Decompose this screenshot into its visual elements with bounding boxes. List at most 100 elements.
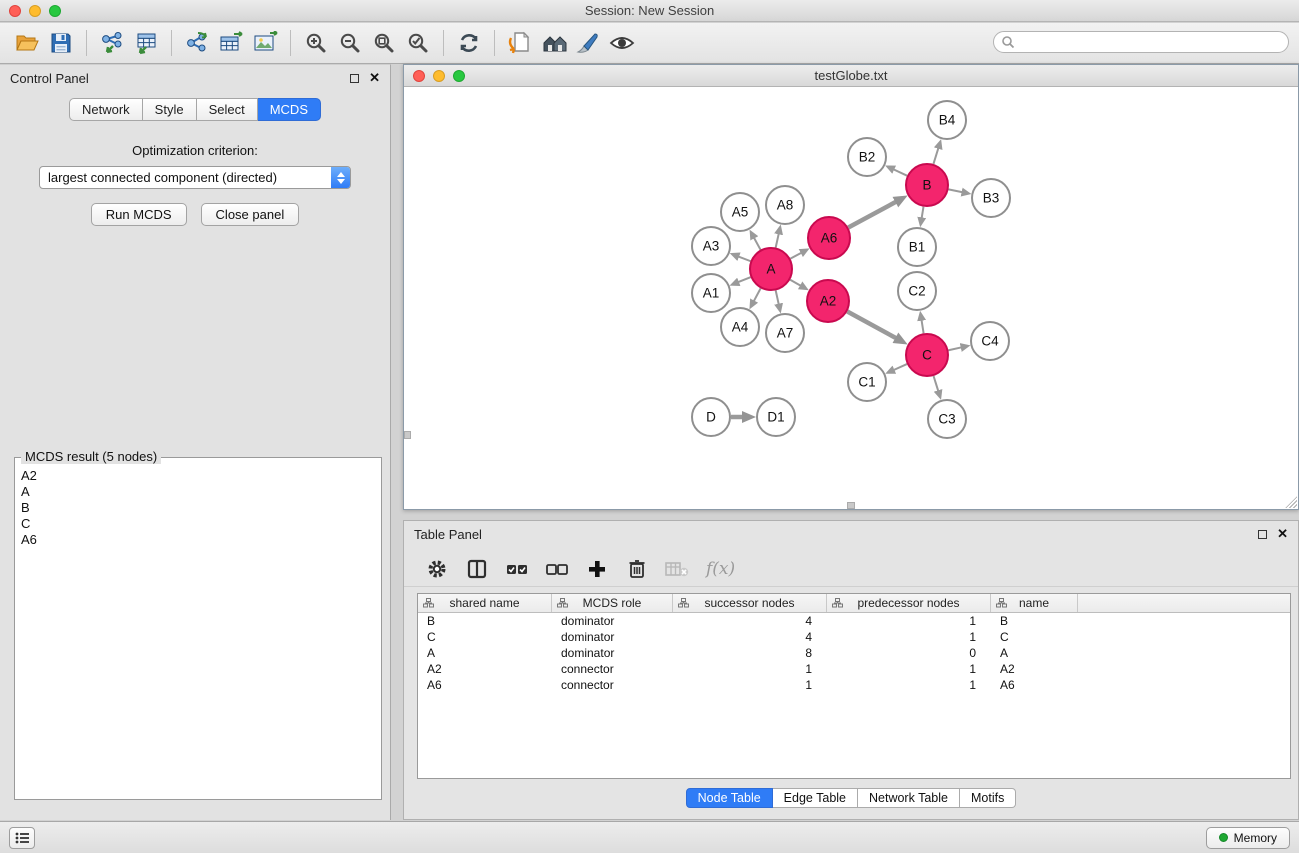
table-cell[interactable]: A2	[991, 661, 1078, 677]
table-settings-icon[interactable]	[422, 555, 452, 583]
apply-style-icon[interactable]	[571, 27, 605, 59]
table-row[interactable]: Adominator80A	[418, 645, 1290, 661]
table-cell[interactable]: B	[418, 613, 552, 629]
network-node[interactable]: A	[750, 248, 792, 290]
zoom-out-icon[interactable]	[333, 27, 367, 59]
network-edge[interactable]	[948, 347, 961, 350]
table-cell[interactable]: connector	[552, 661, 673, 677]
network-node[interactable]: A1	[692, 274, 730, 312]
mcds-result-list[interactable]: A2ABCA6	[15, 458, 381, 548]
network-edge[interactable]	[933, 148, 938, 164]
table-cell[interactable]: A	[991, 645, 1078, 661]
network-node[interactable]: B1	[898, 228, 936, 266]
table-cell[interactable]: connector	[552, 677, 673, 693]
table-cell[interactable]: dominator	[552, 645, 673, 661]
run-mcds-button[interactable]: Run MCDS	[91, 203, 187, 226]
table-row[interactable]: A2connector11A2	[418, 661, 1290, 677]
table-cell[interactable]: A6	[991, 677, 1078, 693]
table-cell[interactable]: dominator	[552, 629, 673, 645]
delete-column-icon[interactable]	[622, 555, 652, 583]
network-node[interactable]: B3	[972, 179, 1010, 217]
control-tab-network[interactable]: Network	[69, 98, 143, 121]
search-input[interactable]	[1015, 35, 1288, 49]
network-node[interactable]: D	[692, 398, 730, 436]
network-edge[interactable]	[790, 253, 801, 259]
network-node[interactable]: B4	[928, 101, 966, 139]
network-node[interactable]: C	[906, 334, 948, 376]
resize-handle[interactable]	[1285, 496, 1297, 508]
table-cell[interactable]: 1	[673, 661, 827, 677]
table-row[interactable]: Bdominator41B	[418, 613, 1290, 629]
dropdown-stepper-icon[interactable]	[331, 167, 350, 188]
import-network-icon[interactable]	[95, 27, 129, 59]
network-node[interactable]: C2	[898, 272, 936, 310]
table-cell[interactable]: 8	[673, 645, 827, 661]
network-node[interactable]: C4	[971, 322, 1009, 360]
show-hide-icon[interactable]	[605, 27, 639, 59]
table-cell[interactable]: 0	[827, 645, 991, 661]
search-box[interactable]	[993, 31, 1289, 53]
scrollbar-nub[interactable]	[847, 502, 855, 509]
network-edge[interactable]	[790, 280, 801, 286]
select-all-icon[interactable]	[502, 555, 532, 583]
show-columns-icon[interactable]	[462, 555, 492, 583]
column-header-predecessor-nodes[interactable]: predecessor nodes	[827, 594, 991, 612]
network-node[interactable]: B	[906, 164, 948, 206]
save-session-icon[interactable]	[44, 27, 78, 59]
table-cell[interactable]: B	[991, 613, 1078, 629]
table-row[interactable]: A6connector11A6	[418, 677, 1290, 693]
mcds-result-item[interactable]: C	[21, 516, 375, 532]
table-cell[interactable]: 1	[827, 661, 991, 677]
table-row[interactable]: Cdominator41C	[418, 629, 1290, 645]
criterion-dropdown[interactable]: largest connected component (directed)	[39, 166, 351, 189]
column-header-successor-nodes[interactable]: successor nodes	[673, 594, 827, 612]
network-edge[interactable]	[754, 237, 761, 249]
network-edge[interactable]	[949, 189, 963, 192]
show-all-icon[interactable]	[537, 27, 571, 59]
table-cell[interactable]: A2	[418, 661, 552, 677]
float-table-panel-icon[interactable]	[1258, 530, 1267, 539]
network-edge[interactable]	[921, 320, 923, 334]
table-cell[interactable]: A6	[418, 677, 552, 693]
network-node[interactable]: A3	[692, 227, 730, 265]
network-node[interactable]: C3	[928, 400, 966, 438]
export-table-icon[interactable]	[214, 27, 248, 59]
network-node[interactable]: D1	[757, 398, 795, 436]
network-edge[interactable]	[738, 256, 750, 261]
zoom-in-icon[interactable]	[299, 27, 333, 59]
close-panel-icon[interactable]: ✕	[369, 70, 380, 86]
network-node[interactable]: A8	[766, 186, 804, 224]
network-node[interactable]: A7	[766, 314, 804, 352]
network-edge[interactable]	[776, 233, 779, 247]
table-cell[interactable]: C	[418, 629, 552, 645]
scrollbar-nub[interactable]	[404, 431, 411, 439]
network-overview-icon[interactable]	[503, 27, 537, 59]
column-header-shared-name[interactable]: shared name	[418, 594, 552, 612]
close-panel-button[interactable]: Close panel	[201, 203, 300, 226]
close-table-panel-icon[interactable]: ✕	[1277, 526, 1288, 542]
mcds-result-item[interactable]: A	[21, 484, 375, 500]
network-node[interactable]: A5	[721, 193, 759, 231]
network-edge[interactable]	[847, 312, 896, 339]
mcds-result-item[interactable]: A6	[21, 532, 375, 548]
table-cell[interactable]: 1	[827, 677, 991, 693]
table-tab-node-table[interactable]: Node Table	[686, 788, 773, 808]
control-tab-mcds[interactable]: MCDS	[258, 98, 321, 121]
table-tab-motifs[interactable]: Motifs	[960, 788, 1016, 808]
network-edge[interactable]	[893, 364, 906, 370]
mcds-result-item[interactable]: B	[21, 500, 375, 516]
table-cell[interactable]: 1	[827, 613, 991, 629]
open-file-icon[interactable]	[10, 27, 44, 59]
network-edge[interactable]	[776, 290, 779, 304]
network-node[interactable]: A4	[721, 308, 759, 346]
table-cell[interactable]: 4	[673, 629, 827, 645]
network-canvas[interactable]: B4B2BB3A5A8A6A3B1AC2A1A2A4A7C4CC1C3DD1	[404, 87, 1298, 509]
table-tab-edge-table[interactable]: Edge Table	[773, 788, 858, 808]
function-builder-icon[interactable]: f(x)	[706, 559, 735, 579]
table-cell[interactable]: dominator	[552, 613, 673, 629]
network-edge[interactable]	[754, 288, 761, 301]
memory-button[interactable]: Memory	[1206, 827, 1290, 849]
mcds-result-item[interactable]: A2	[21, 468, 375, 484]
network-edge[interactable]	[922, 207, 924, 219]
apply-layout-icon[interactable]	[452, 27, 486, 59]
